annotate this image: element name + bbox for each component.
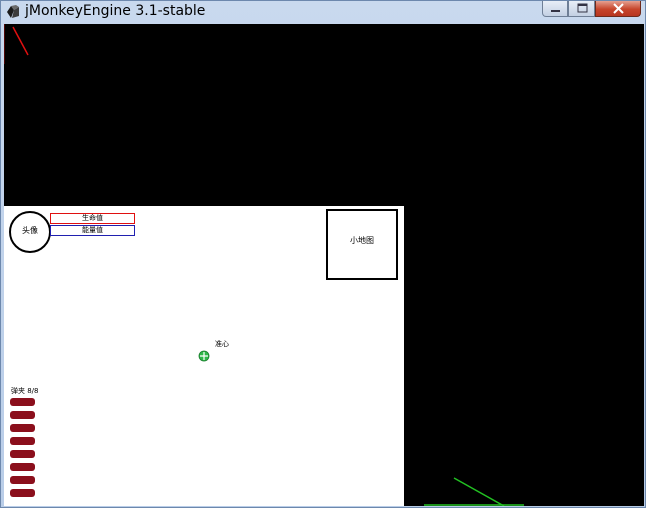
hud-panel: 头像 生命值 能量值 小地图 准心 弹夹 8/8 bbox=[4, 206, 404, 506]
minimize-icon bbox=[551, 10, 560, 12]
ammo-bullet bbox=[10, 476, 35, 484]
minimap: 小地图 bbox=[326, 209, 398, 280]
game-viewport[interactable]: 头像 生命值 能量值 小地图 准心 弹夹 8/8 bbox=[4, 24, 644, 506]
ammo-bullet bbox=[10, 463, 35, 471]
app-window: jMonkeyEngine 3.1-stable 头像 生命值 能量值 小地图 … bbox=[0, 0, 646, 508]
ammo-magazine bbox=[10, 398, 36, 502]
ammo-bullet bbox=[10, 489, 35, 497]
red-axis-line bbox=[4, 24, 29, 64]
window-title: jMonkeyEngine 3.1-stable bbox=[25, 3, 206, 19]
energy-bar: 能量值 bbox=[50, 225, 135, 236]
crosshair-label: 准心 bbox=[215, 340, 229, 348]
green-axis-line bbox=[424, 477, 524, 506]
minimap-label: 小地图 bbox=[350, 236, 374, 245]
maximize-button[interactable] bbox=[568, 1, 595, 17]
ammo-counter: 弹夹 8/8 bbox=[11, 387, 39, 395]
avatar-label: 头像 bbox=[22, 226, 38, 235]
ammo-bullet bbox=[10, 411, 35, 419]
ammo-bullet bbox=[10, 450, 35, 458]
maximize-icon bbox=[577, 3, 588, 13]
ammo-bullet bbox=[10, 398, 35, 406]
minimize-button[interactable] bbox=[542, 1, 568, 17]
health-bar: 生命值 bbox=[50, 213, 135, 224]
crosshair-icon bbox=[198, 350, 210, 362]
title-bar[interactable]: jMonkeyEngine 3.1-stable bbox=[1, 1, 645, 23]
close-icon bbox=[613, 3, 624, 14]
avatar: 头像 bbox=[9, 211, 51, 253]
jmonkeyengine-icon bbox=[7, 5, 19, 18]
ammo-bullet bbox=[10, 437, 35, 445]
close-button[interactable] bbox=[595, 1, 641, 17]
ammo-bullet bbox=[10, 424, 35, 432]
